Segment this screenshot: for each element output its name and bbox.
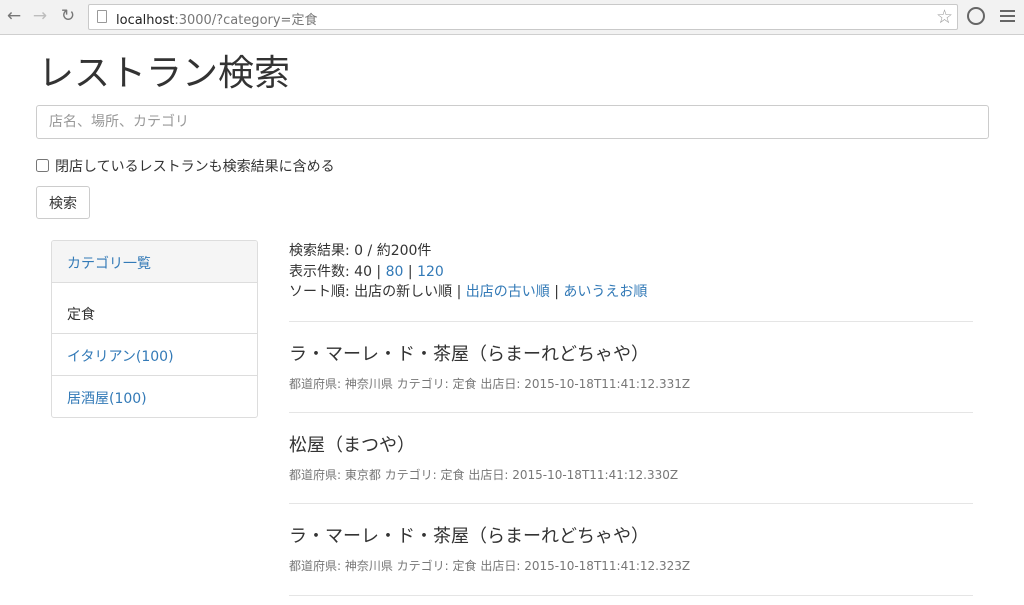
per-page-120-link[interactable]: 120 [417,264,444,280]
result-item: 松屋（まつや） 都道府県: 東京都 カテゴリ: 定食 出店日: 2015-10-… [289,412,973,504]
result-info: 都道府県: 東京都 カテゴリ: 定食 出店日: 2015-10-18T11:41… [289,468,679,482]
result-item: ラ・マーレ・ド・茶屋（らまーれどちゃや） 都道府県: 神奈川県 カテゴリ: 定食… [289,503,973,596]
results-meta: 検索結果: 0 / 約200件 表示件数: 40 | 80 | 120 ソート順… [289,241,647,303]
results-count: 検索結果: 0 / 約200件 [289,243,432,259]
sort-oldest-link[interactable]: 出店の古い順 [466,284,550,300]
category-list-heading[interactable]: カテゴリ一覧 [52,241,257,283]
result-info: 都道府県: 神奈川県 カテゴリ: 定食 出店日: 2015-10-18T11:4… [289,559,691,573]
include-closed-checkbox[interactable] [36,159,49,172]
search-input[interactable] [36,105,989,139]
category-panel: カテゴリ一覧 定食 イタリアン(100) 居酒屋(100) [51,240,258,418]
menu-icon[interactable] [1000,10,1015,25]
reload-icon[interactable]: ↻ [58,6,78,26]
extension-icon[interactable] [967,7,985,25]
sort-kana-link[interactable]: あいうえお順 [563,284,647,300]
result-title[interactable]: ラ・マーレ・ド・茶屋（らまーれどちゃや） [289,522,649,548]
page-title: レストラン検索 [38,53,291,94]
include-closed-label: 閉店しているレストランも検索結果に含める [55,159,335,175]
category-item-italian[interactable]: イタリアン(100) [52,333,257,375]
result-title[interactable]: 松屋（まつや） [289,431,415,457]
per-page-selector: 表示件数: 40 | 80 | 120 [289,263,444,280]
result-item: ラ・マーレ・ド・茶屋（らまーれどちゃや） 都道府県: 神奈川県 カテゴリ: 定食… [289,321,973,413]
url-text: localhost:3000/?category=定食 [116,13,318,28]
result-info: 都道府県: 神奈川県 カテゴリ: 定食 出店日: 2015-10-18T11:4… [289,377,691,391]
category-item-teishoku: 定食 [67,307,95,323]
bookmark-star-icon[interactable]: ☆ [936,6,953,28]
browser-toolbar: ← → ↻ localhost:3000/?category=定食 ☆ [0,0,1024,35]
address-bar[interactable]: localhost:3000/?category=定食 ☆ [88,4,958,30]
category-item-izakaya[interactable]: 居酒屋(100) [52,375,257,417]
search-button[interactable]: 検索 [36,186,90,219]
forward-arrow-icon[interactable]: → [30,6,50,26]
sort-selector: ソート順: 出店の新しい順 | 出店の古い順 | あいうえお順 [289,284,648,300]
page-icon [97,10,107,23]
back-arrow-icon[interactable]: ← [4,6,24,26]
per-page-80-link[interactable]: 80 [386,264,404,280]
result-title[interactable]: ラ・マーレ・ド・茶屋（らまーれどちゃや） [289,340,649,366]
include-closed-option[interactable]: 閉店しているレストランも検索結果に含める [36,156,335,176]
